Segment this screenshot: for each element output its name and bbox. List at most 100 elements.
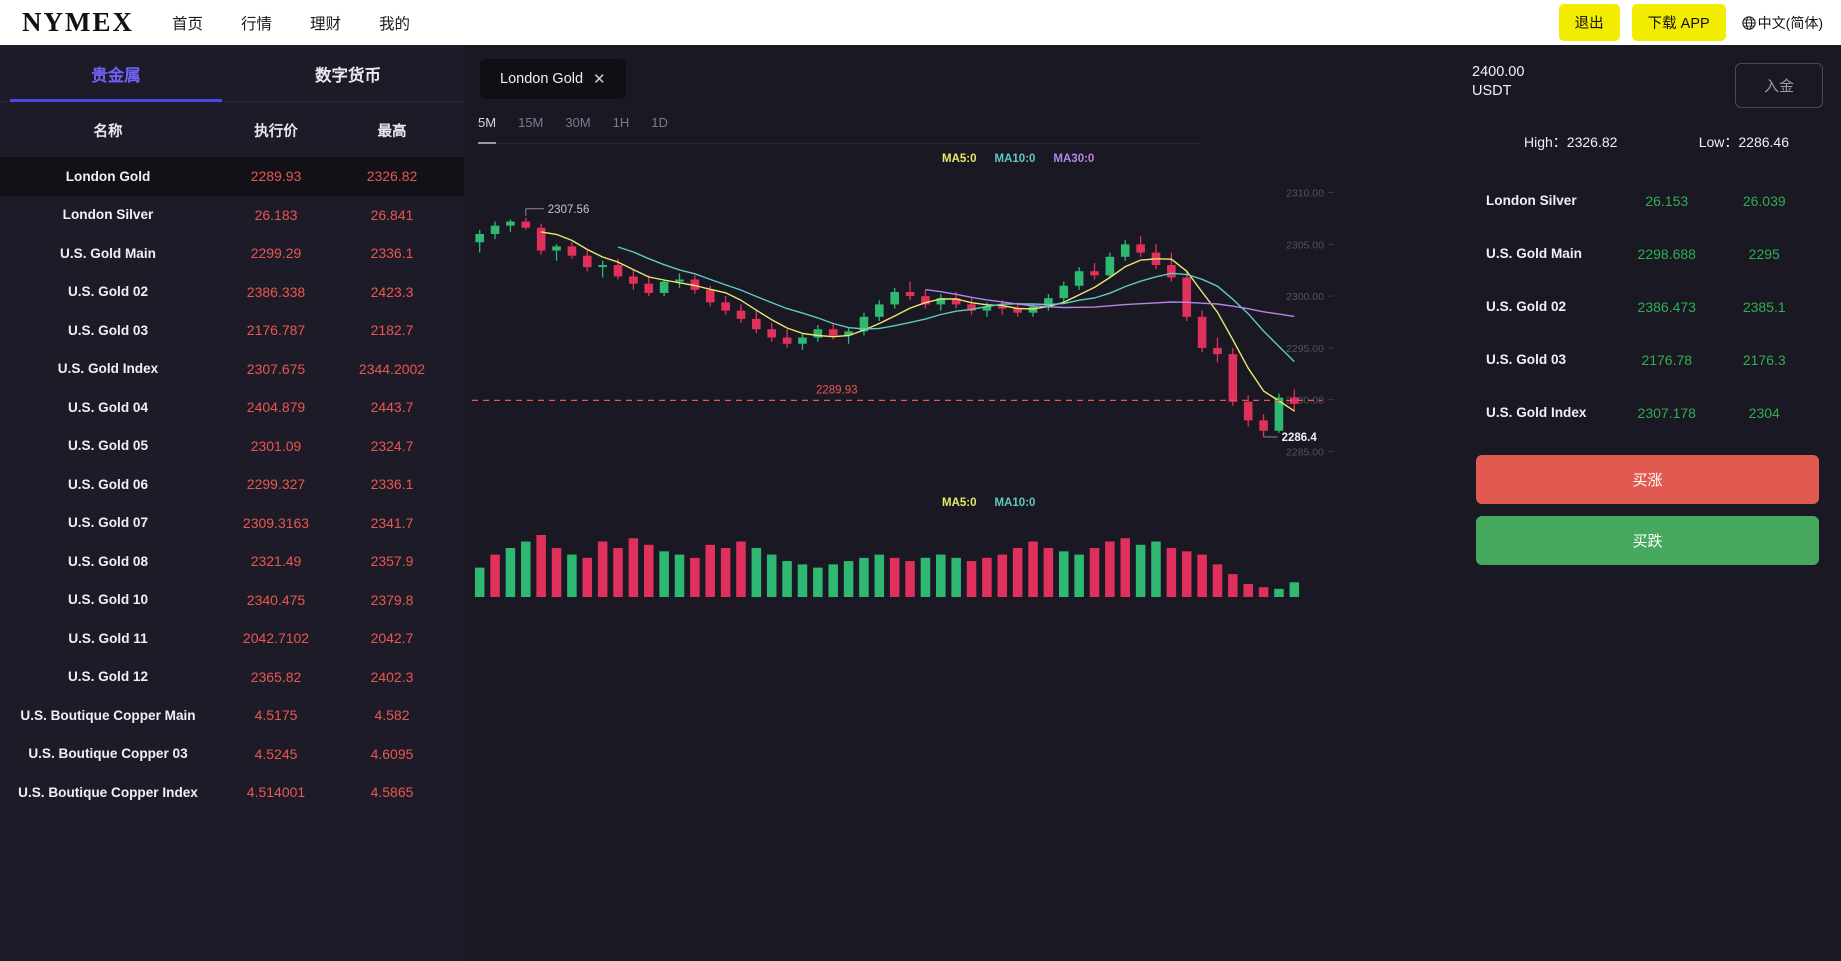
table-row[interactable]: U.S. Gold 07 2309.3163 2341.7 <box>0 504 464 543</box>
quote-ask: 26.039 <box>1742 192 1786 209</box>
row-name: London Silver <box>62 207 154 223</box>
table-row[interactable]: U.S. Gold 08 2321.49 2357.9 <box>0 542 464 581</box>
quote-bid: 26.153 <box>1645 192 1689 209</box>
account-balance: 2400.00 USDT <box>1472 63 1524 101</box>
row-name: U.S. Gold 06 <box>67 476 149 492</box>
ma-legend: MA5:0 MA10:0 MA30:0 <box>942 153 1464 165</box>
ma5-legend: MA5:0 <box>942 153 977 165</box>
volume-ma10-legend: MA10:0 <box>994 497 1036 509</box>
column-header-high: 最高 <box>377 124 407 140</box>
row-high: 4.6095 <box>370 745 414 762</box>
row-price: 2386.338 <box>246 283 306 300</box>
table-row[interactable]: U.S. Gold 10 2340.475 2379.8 <box>0 581 464 620</box>
row-high: 4.5865 <box>370 784 414 801</box>
row-high: 2423.3 <box>370 283 414 300</box>
row-price: 4.5245 <box>254 745 298 762</box>
row-name: U.S. Gold 12 <box>67 669 149 685</box>
candlestick-chart[interactable]: 2310.00 2305.00 2300.00 2295.00 2290.00 2285.… <box>464 167 1464 487</box>
row-high: 2357.9 <box>370 553 414 570</box>
buy-up-button[interactable]: 买涨 <box>1476 455 1819 504</box>
balance-unit: USDT <box>1472 82 1512 99</box>
table-row[interactable]: U.S. Boutique Copper 03 4.5245 4.6095 <box>0 735 464 774</box>
row-high: 2341.7 <box>370 514 414 531</box>
day-low-value: 2286.46 <box>1738 134 1789 150</box>
timeframe-5m[interactable]: 5M <box>478 115 497 144</box>
row-high: 2042.7 <box>370 630 414 647</box>
quote-row[interactable]: U.S. Gold Main 2298.688 2295 <box>1472 227 1823 280</box>
svg-text:2286.4: 2286.4 <box>1282 432 1318 444</box>
balance-amount: 2400.00 <box>1472 64 1525 80</box>
quote-row[interactable]: U.S. Gold 03 2176.78 2176.3 <box>1472 333 1823 386</box>
row-price: 2404.879 <box>246 399 306 416</box>
language-label: 中文(简体) <box>1757 14 1823 31</box>
nav-item-markets[interactable]: 行情 <box>241 12 272 34</box>
nav-item-finance[interactable]: 理财 <box>310 12 341 34</box>
table-row[interactable]: London Silver 26.183 26.841 <box>0 196 464 235</box>
row-price: 2301.09 <box>250 437 302 454</box>
quote-row[interactable]: London Silver 26.153 26.039 <box>1472 174 1823 227</box>
quote-row[interactable]: U.S. Gold Index 2307.178 2304 <box>1472 386 1823 439</box>
svg-text:2285.00: 2285.00 <box>1286 446 1324 458</box>
nav-item-home[interactable]: 首页 <box>172 12 203 34</box>
row-name: U.S. Gold 02 <box>67 284 149 300</box>
row-price: 4.5175 <box>254 707 298 724</box>
table-row[interactable]: U.S. Gold 04 2404.879 2443.7 <box>0 388 464 427</box>
table-row[interactable]: U.S. Gold 02 2386.338 2423.3 <box>0 273 464 312</box>
volume-chart[interactable] <box>464 513 1464 603</box>
quote-ask: 2295 <box>1748 245 1780 262</box>
tab-precious-metals[interactable]: 贵金属 <box>0 45 232 102</box>
table-row[interactable]: U.S. Gold 11 2042.7102 2042.7 <box>0 619 464 658</box>
trade-buttons: 买涨 买跌 <box>1472 455 1823 565</box>
ma10-legend: MA10:0 <box>994 153 1036 165</box>
row-price: 2340.475 <box>246 591 306 608</box>
timeframe-1h[interactable]: 1H <box>613 115 630 136</box>
row-price: 2321.49 <box>250 553 302 570</box>
row-price: 4.514001 <box>246 784 306 801</box>
deposit-button[interactable]: 入金 <box>1734 63 1823 108</box>
quote-name: U.S. Gold Index <box>1486 405 1587 420</box>
header-actions: 退出 下载 APP 中文(简体) <box>1558 4 1823 41</box>
row-name: U.S. Boutique Copper Index <box>18 784 198 800</box>
timeframe-15m[interactable]: 15M <box>518 115 543 136</box>
tab-digital-currency[interactable]: 数字货币 <box>232 45 464 101</box>
table-row[interactable]: U.S. Boutique Copper Main 4.5175 4.582 <box>0 696 464 735</box>
row-high: 2336.1 <box>370 245 414 262</box>
row-high: 26.841 <box>370 206 414 223</box>
row-name: U.S. Gold Index <box>57 361 159 377</box>
timeframe-30m[interactable]: 30M <box>565 115 590 136</box>
nav-item-mine[interactable]: 我的 <box>379 12 410 34</box>
timeframe-1d[interactable]: 1D <box>651 115 668 136</box>
table-row[interactable]: U.S. Gold Index 2307.675 2344.2002 <box>0 350 464 389</box>
svg-text:2300.00: 2300.00 <box>1286 291 1324 303</box>
row-name: U.S. Gold 11 <box>68 630 148 646</box>
quote-bid: 2307.178 <box>1637 404 1696 421</box>
close-icon[interactable]: ✕ <box>593 72 606 87</box>
table-row[interactable]: U.S. Gold 05 2301.09 2324.7 <box>0 427 464 466</box>
logout-button[interactable]: 退出 <box>1558 4 1620 41</box>
row-high: 2182.7 <box>370 322 414 339</box>
quote-name: London Silver <box>1486 193 1577 208</box>
table-row[interactable]: U.S. Gold 03 2176.787 2182.7 <box>0 311 464 350</box>
row-price: 2309.3163 <box>242 514 310 531</box>
symbol-tab-london-gold[interactable]: London Gold ✕ <box>480 59 626 99</box>
day-high-value: 2326.82 <box>1566 134 1618 150</box>
quote-row[interactable]: U.S. Gold 02 2386.473 2385.1 <box>1472 280 1823 333</box>
download-app-button[interactable]: 下载 APP <box>1631 4 1726 41</box>
row-price: 2042.7102 <box>242 630 310 647</box>
row-high: 2344.2002 <box>358 360 426 377</box>
table-row[interactable]: U.S. Gold Main 2299.29 2336.1 <box>0 234 464 273</box>
high-low-row: High：2326.82 Low：2286.46 <box>1472 132 1823 152</box>
quote-name: U.S. Gold 02 <box>1486 299 1567 314</box>
table-row[interactable]: U.S. Boutique Copper Index 4.514001 4.5865 <box>0 773 464 812</box>
table-row[interactable]: U.S. Gold 12 2365.82 2402.3 <box>0 658 464 697</box>
quote-ask: 2176.3 <box>1742 351 1786 368</box>
buy-down-button[interactable]: 买跌 <box>1476 516 1819 565</box>
instrument-sidebar: 贵金属 数字货币 名称 执行价 最高 London Gold 2289.93 232… <box>0 45 464 961</box>
language-selector[interactable]: 中文(简体) <box>1742 13 1823 33</box>
table-row[interactable]: London Gold 2289.93 2326.82 <box>0 157 464 196</box>
quote-name: U.S. Gold Main <box>1486 246 1582 261</box>
row-name: London Gold <box>65 168 151 184</box>
svg-text:2305.00: 2305.00 <box>1286 239 1324 251</box>
row-name: U.S. Gold 07 <box>67 515 149 531</box>
table-row[interactable]: U.S. Gold 06 2299.327 2336.1 <box>0 465 464 504</box>
